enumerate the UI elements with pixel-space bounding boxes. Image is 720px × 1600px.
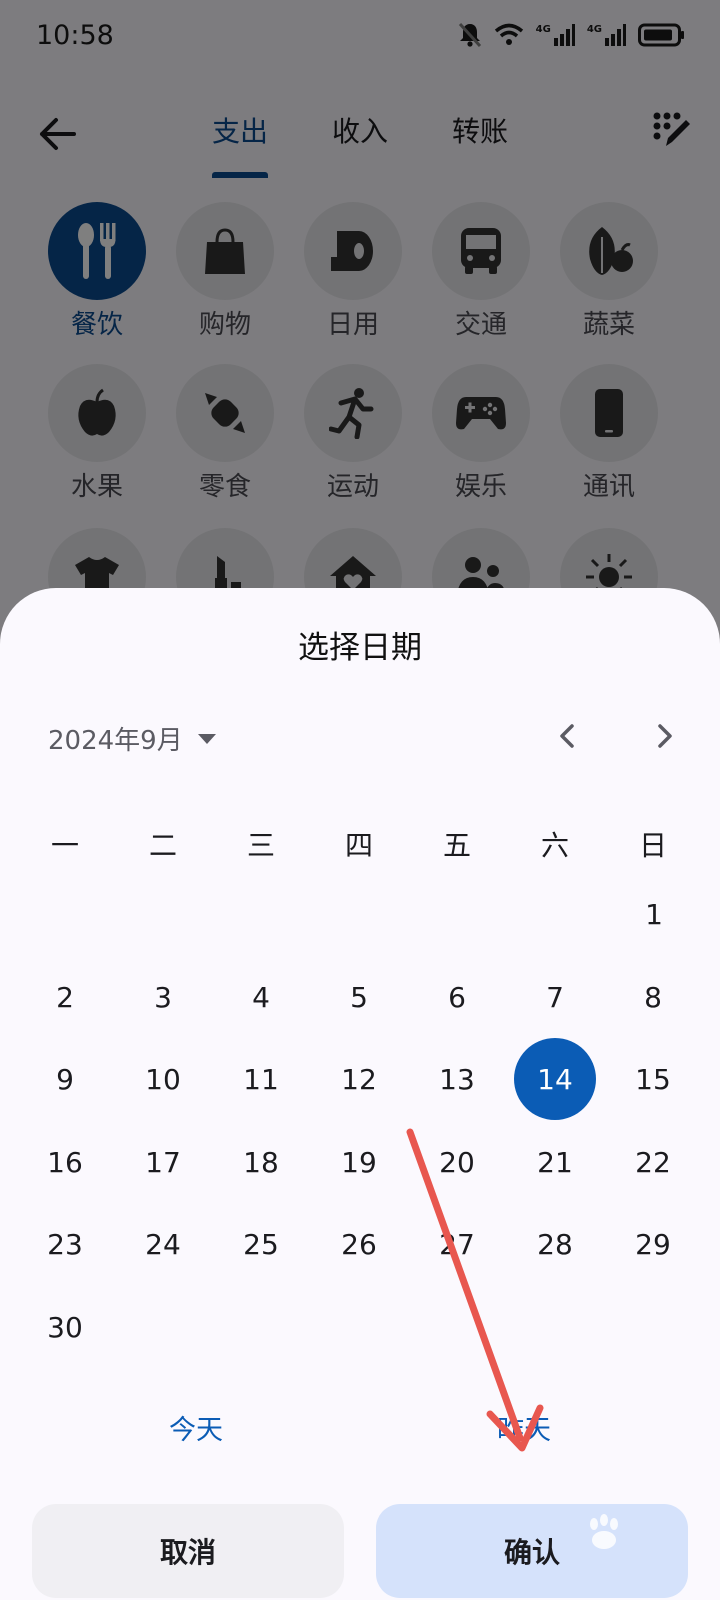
day-cell[interactable]: 16	[24, 1121, 106, 1203]
day-cell[interactable]: 11	[220, 1038, 302, 1120]
today-shortcut-button[interactable]: 今天	[116, 1408, 276, 1447]
selected-day-cell[interactable]: 14	[514, 1038, 596, 1120]
day-cell[interactable]: 5	[318, 956, 400, 1038]
dropdown-triangle-icon	[197, 733, 216, 744]
weekday-tue: 二	[148, 829, 177, 862]
day-cell[interactable]: 7	[514, 956, 596, 1038]
day-cell[interactable]: 23	[24, 1203, 106, 1285]
weekday-wed: 三	[246, 829, 275, 862]
day-cell[interactable]: 13	[416, 1038, 498, 1120]
weekday-fri: 五	[442, 829, 471, 862]
day-cell[interactable]: 28	[514, 1203, 596, 1285]
previous-month-icon[interactable]	[548, 716, 588, 756]
day-cell[interactable]: 19	[318, 1121, 400, 1203]
next-month-icon[interactable]	[644, 716, 684, 756]
sheet-title: 选择日期	[298, 630, 422, 666]
month-label: 2024年9月	[48, 726, 183, 756]
weekday-sun: 日	[638, 829, 667, 862]
day-cell[interactable]: 18	[220, 1121, 302, 1203]
weekday-sat: 六	[540, 829, 569, 862]
weekday-thu: 四	[344, 829, 373, 862]
day-cell[interactable]: 3	[122, 956, 204, 1038]
day-cell[interactable]: 26	[318, 1203, 400, 1285]
day-cell[interactable]: 24	[122, 1203, 204, 1285]
day-cell[interactable]: 21	[514, 1121, 596, 1203]
watermark-logo	[590, 1514, 618, 1549]
day-cell[interactable]: 6	[416, 956, 498, 1038]
day-cell[interactable]: 9	[24, 1038, 106, 1120]
day-cell[interactable]: 8	[612, 956, 694, 1038]
baidu-jingyan-watermark	[560, 1506, 710, 1586]
day-cell[interactable]: 30	[24, 1286, 106, 1368]
day-cell[interactable]: 4	[220, 956, 302, 1038]
day-cell[interactable]: 22	[612, 1121, 694, 1203]
day-cell[interactable]: 25	[220, 1203, 302, 1285]
day-cell[interactable]: 15	[612, 1038, 694, 1120]
day-cell[interactable]: 29	[612, 1203, 694, 1285]
weekday-mon: 一	[50, 829, 79, 862]
day-cell[interactable]: 27	[416, 1203, 498, 1285]
month-year-selector[interactable]: 2024年9月	[48, 720, 217, 757]
day-cell[interactable]: 2	[24, 956, 106, 1038]
yesterday-shortcut-button[interactable]: 昨天	[444, 1408, 604, 1447]
day-cell[interactable]: 12	[318, 1038, 400, 1120]
date-picker-sheet: 选择日期 2024年9月 一 二 三 四 五 六 日 1 2 3 4 5 6 7…	[0, 588, 720, 1600]
day-cell[interactable]: 1	[613, 873, 695, 955]
day-cell[interactable]: 10	[122, 1038, 204, 1120]
day-cell[interactable]: 20	[416, 1121, 498, 1203]
cancel-button[interactable]: 取消	[32, 1504, 344, 1598]
day-cell[interactable]: 17	[122, 1121, 204, 1203]
